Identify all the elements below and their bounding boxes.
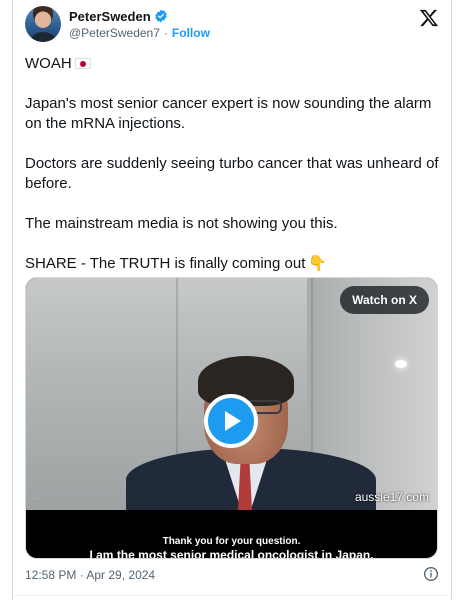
tweet-text: WOAH Japan's most senior cancer expert i… (25, 54, 441, 294)
ceiling-light (395, 360, 407, 368)
pointing-down-emoji: 👇 (308, 255, 328, 272)
display-name[interactable]: PeterSweden (69, 9, 151, 24)
tweet-card: PeterSweden @PeterSweden7 · Follow WOAH … (12, 0, 453, 600)
video-player[interactable]: ··· aussie17.com Watch on X Thank you fo… (25, 277, 438, 559)
divider (13, 595, 453, 596)
info-icon[interactable] (423, 566, 439, 582)
tweet-paragraph-4: The mainstream media is not showing you … (25, 215, 338, 232)
tweet-paragraph-3: Doctors are suddenly seeing turbo cancer… (25, 155, 439, 192)
avatar[interactable] (25, 6, 61, 42)
subtitle-line-2: I am the most senior medical oncologist … (89, 548, 374, 559)
timestamp[interactable]: 12:58 PM · Apr 29, 2024 (25, 568, 155, 582)
video-subtitles: Thank you for your question. I am the mo… (26, 510, 437, 559)
tweet-paragraph-text: SHARE - The TRUTH is finally coming out (25, 255, 306, 272)
x-logo-icon[interactable] (419, 8, 439, 28)
name-row: PeterSweden (69, 8, 168, 24)
video-watermark: aussie17.com (354, 490, 429, 504)
subtitle-line-1: Thank you for your question. (162, 536, 301, 547)
watch-on-x-button[interactable]: Watch on X (340, 286, 429, 314)
separator-dot: · (163, 26, 168, 40)
handle[interactable]: @PeterSweden7 (69, 26, 160, 40)
handle-row: @PeterSweden7 · Follow (69, 26, 210, 40)
follow-button[interactable]: Follow (172, 26, 210, 40)
verified-badge-icon (154, 9, 167, 23)
speaker-caption-label: ··· (32, 496, 37, 502)
play-icon[interactable] (204, 394, 258, 448)
tweet-header: PeterSweden @PeterSweden7 · Follow (25, 6, 443, 46)
tweet-paragraph-2: Japan's most senior cancer expert is now… (25, 95, 432, 132)
tweet-footer: 12:58 PM · Apr 29, 2024 (25, 566, 443, 584)
tweet-paragraph-1: WOAH (25, 54, 441, 74)
tweet-paragraph-text: WOAH (25, 55, 72, 72)
tweet-paragraph-5: SHARE - The TRUTH is finally coming out 👇 (25, 254, 441, 274)
japan-flag-emoji (74, 58, 91, 69)
